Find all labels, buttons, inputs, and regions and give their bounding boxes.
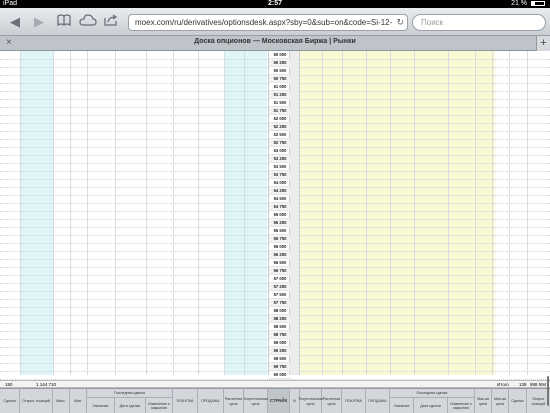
header-oi-calls[interactable]: Открыт. позиций	[20, 389, 53, 413]
header-sell-puts[interactable]: ПРОДАЖА	[366, 389, 390, 413]
header-max-calls[interactable]: Макс.	[53, 389, 70, 413]
strike-cell: 51 500	[269, 99, 291, 107]
header-theor-price-puts[interactable]: Теоретическая цена	[298, 389, 323, 413]
header-sell-calls[interactable]: ПРОДАЖА	[198, 389, 224, 413]
header-last-deal-calls: Последняя сделка	[87, 389, 173, 398]
iv-column	[290, 51, 300, 375]
header-deals-puts[interactable]: Сделки	[509, 389, 527, 413]
browser-toolbar: ◀ ▶ moex.com/ru/derivatives/optionsdesk.…	[0, 8, 550, 36]
strike-cell: 56 500	[269, 259, 291, 267]
strike-cell: 59 500	[269, 355, 291, 363]
options-desk: 50 000 50 250 50 500 50 750 51 000 51 250 51 5…	[0, 51, 550, 413]
strike-column: 50 000 50 250 50 500 50 750 51 000 51 250 51 5…	[268, 51, 291, 379]
strike-cell: 54 000	[269, 179, 291, 187]
strike-cell: 54 250	[269, 187, 291, 195]
strike-cell: 51 750	[269, 107, 291, 115]
header-date-calls[interactable]: Дата сделки	[115, 398, 146, 413]
puts-deals-total: 139	[519, 382, 527, 387]
forward-arrow-icon[interactable]: ▶	[32, 14, 46, 30]
header-date-puts[interactable]: Дата сделки	[414, 398, 448, 413]
strike-cell: 53 000	[269, 147, 291, 155]
strike-cell: 53 750	[269, 171, 291, 179]
url-text: moex.com/ru/derivatives/optionsdesk.aspx…	[135, 18, 393, 27]
table-header: Сделки Открыт. позиций Макс. Мин. Послед…	[0, 388, 550, 413]
strike-cell: 59 250	[269, 347, 291, 355]
strike-cell: 50 750	[269, 75, 291, 83]
strike-cell: 52 250	[269, 123, 291, 131]
battery-status: 21 %	[511, 0, 545, 8]
strike-cell: 58 250	[269, 315, 291, 323]
strike-cell: 52 750	[269, 139, 291, 147]
header-value-calls[interactable]: Значение	[87, 398, 115, 413]
header-change-puts[interactable]: Изменение к закрытию	[448, 398, 475, 413]
strike-cell: 59 750	[269, 363, 291, 371]
icloud-tabs-icon[interactable]	[79, 14, 97, 30]
strike-cell: 57 500	[269, 291, 291, 299]
header-buy-puts[interactable]: ПОКУПКА	[342, 389, 366, 413]
header-last-deal-puts: Последняя сделка	[390, 389, 475, 398]
scrollbar[interactable]	[547, 376, 549, 406]
totals-row: 150 1 144 710 Итого 139 888 594	[0, 380, 550, 388]
header-max-puts[interactable]: Мак-ая цена	[475, 389, 492, 413]
strike-cell: 52 500	[269, 131, 291, 139]
calls-oi-total: 1 144 710	[36, 382, 57, 387]
battery-percent: 21 %	[511, 0, 528, 7]
address-bar[interactable]: moex.com/ru/derivatives/optionsdesk.aspx…	[128, 14, 408, 31]
search-input[interactable]: Поиск	[412, 14, 546, 31]
battery-icon	[531, 0, 545, 6]
clock: 2:57	[267, 0, 282, 7]
totals-label: Итого	[497, 382, 509, 387]
back-arrow-icon[interactable]: ◀	[8, 14, 22, 30]
strike-cell: 50 250	[269, 59, 291, 67]
strike-cell: 60 000	[269, 371, 291, 379]
strike-cell: 51 000	[269, 83, 291, 91]
strike-cell: 58 000	[269, 307, 291, 315]
strike-cell: 53 500	[269, 163, 291, 171]
strike-cell: 56 250	[269, 251, 291, 259]
strike-cell: 52 000	[269, 115, 291, 123]
strike-cell: 55 000	[269, 211, 291, 219]
reload-icon[interactable]: ↻	[396, 15, 404, 30]
strike-cell: 57 000	[269, 275, 291, 283]
bookmarks-icon[interactable]	[56, 14, 72, 30]
strike-cell: 54 500	[269, 195, 291, 203]
strike-cell: 51 250	[269, 91, 291, 99]
header-min-puts[interactable]: Мин-ая цена	[492, 389, 509, 413]
header-buy-calls[interactable]: ПОКУПКА	[173, 389, 198, 413]
status-bar: iPad 2:57 21 %	[0, 0, 550, 8]
header-theor-price-calls[interactable]: Теоретическая цена	[243, 389, 268, 413]
strike-cell: 57 750	[269, 299, 291, 307]
header-calc-price-puts[interactable]: Расчетная цена	[322, 389, 342, 413]
new-tab-icon[interactable]: +	[536, 36, 550, 51]
strike-cell: 58 750	[269, 331, 291, 339]
strike-cell: 50 000	[269, 51, 291, 59]
header-deals-calls[interactable]: Сделки	[0, 389, 20, 413]
strike-cell: 55 250	[269, 219, 291, 227]
strike-cell: 55 750	[269, 235, 291, 243]
header-change-calls[interactable]: Изменение к закрытию	[146, 398, 173, 413]
strike-cell: 54 750	[269, 203, 291, 211]
tab-bar: × Доска опционов — Московская Биржа | Ры…	[0, 36, 550, 51]
strike-cell: 55 500	[269, 227, 291, 235]
strike-cell: 57 250	[269, 283, 291, 291]
share-icon[interactable]	[103, 14, 119, 30]
header-value-puts[interactable]: Значение	[390, 398, 414, 413]
strike-cell: 53 250	[269, 155, 291, 163]
header-calc-price-calls[interactable]: Расчетная цена	[224, 389, 244, 413]
strike-cell: 56 750	[269, 267, 291, 275]
puts-oi-total: 888 594	[530, 382, 547, 387]
tab-title[interactable]: Доска опционов — Московская Биржа | Рынк…	[0, 38, 550, 45]
strike-cell: 56 000	[269, 243, 291, 251]
strike-cell: 59 000	[269, 339, 291, 347]
strike-cell: 58 500	[269, 323, 291, 331]
header-min-calls[interactable]: Мин.	[70, 389, 87, 413]
header-strike[interactable]: СТРАЙК	[268, 389, 290, 413]
calls-deals-total: 150	[5, 382, 13, 387]
strike-cell: 50 500	[269, 67, 291, 75]
